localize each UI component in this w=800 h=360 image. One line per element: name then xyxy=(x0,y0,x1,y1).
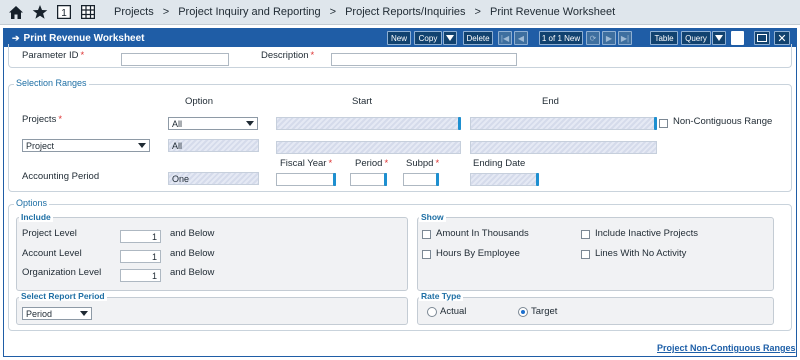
projects-label: Projects * xyxy=(22,114,63,125)
show-legend: Show xyxy=(419,212,446,222)
description-input[interactable] xyxy=(331,53,517,66)
home-icon[interactable] xyxy=(8,4,24,20)
projects-option-select[interactable]: All xyxy=(168,117,258,130)
subpd-input[interactable] xyxy=(403,173,439,186)
previous-record-icon[interactable]: ◀ xyxy=(514,31,528,45)
project-level-input[interactable]: 1 xyxy=(120,230,161,243)
rate-type-legend: Rate Type xyxy=(419,291,463,301)
copy-button[interactable]: Copy xyxy=(414,31,442,45)
top-navigation-bar: 1 Projects > Project Inquiry and Reporti… xyxy=(0,0,800,25)
target-radio-label: Target xyxy=(531,306,558,317)
selection-ranges-panel xyxy=(8,84,792,192)
ending-date-field xyxy=(470,173,539,186)
number-one-icon[interactable]: 1 xyxy=(56,4,72,20)
breadcrumb-separator: > xyxy=(329,6,337,18)
project-type-select[interactable]: Project xyxy=(22,139,150,152)
project-level-suffix: and Below xyxy=(170,228,215,239)
grid-icon[interactable] xyxy=(80,4,96,20)
projects-end-input[interactable] xyxy=(470,117,657,130)
options-legend: Options xyxy=(14,198,50,208)
include-legend: Include xyxy=(19,212,53,222)
organization-level-label: Organization Level xyxy=(22,267,102,278)
hours-by-employee-label: Hours By Employee xyxy=(436,248,520,259)
refresh-icon[interactable]: ⟳ xyxy=(586,31,600,45)
organization-level-input[interactable]: 1 xyxy=(120,269,161,282)
chevron-down-icon xyxy=(80,311,88,316)
period-label: Period * xyxy=(355,158,389,169)
actual-radio[interactable] xyxy=(427,307,437,317)
fiscal-year-input[interactable] xyxy=(276,173,336,186)
start-column-header: Start xyxy=(352,96,373,107)
record-count: 1 of 1 New xyxy=(539,31,583,45)
parameter-id-label: Parameter ID * xyxy=(22,50,85,61)
include-inactive-projects-label: Include Inactive Projects xyxy=(595,228,698,239)
window-title: Print Revenue Worksheet xyxy=(23,32,145,44)
fiscal-year-label: Fiscal Year * xyxy=(280,158,333,169)
delete-button[interactable]: Delete xyxy=(463,31,493,45)
hours-by-employee-checkbox[interactable] xyxy=(422,250,431,259)
maximize-window-icon[interactable] xyxy=(754,31,770,45)
period-input[interactable] xyxy=(350,173,387,186)
amount-in-thousands-label: Amount In Thousands xyxy=(436,228,529,239)
restore-window-icon[interactable] xyxy=(731,31,744,45)
select-report-period-legend: Select Report Period xyxy=(19,291,107,301)
organization-level-suffix: and Below xyxy=(170,267,215,278)
projects-start-input[interactable] xyxy=(276,117,461,130)
description-label: Description * xyxy=(261,50,315,61)
accounting-period-label: Accounting Period xyxy=(22,171,100,182)
project-level-label: Project Level xyxy=(22,228,77,239)
report-period-select[interactable]: Period xyxy=(22,307,92,320)
ending-date-label: Ending Date xyxy=(473,158,526,169)
end-column-header: End xyxy=(542,96,559,107)
collapse-arrow-icon[interactable]: ➔ xyxy=(12,33,20,44)
star-icon[interactable] xyxy=(32,4,48,20)
table-button[interactable]: Table xyxy=(650,31,678,45)
lines-with-no-activity-checkbox[interactable] xyxy=(581,250,590,259)
query-dropdown-icon[interactable] xyxy=(712,31,726,45)
target-radio[interactable] xyxy=(518,307,528,317)
account-level-input[interactable]: 1 xyxy=(120,250,161,263)
close-icon[interactable]: ✕ xyxy=(774,31,790,45)
breadcrumb-item-current: Print Revenue Worksheet xyxy=(489,6,616,18)
svg-text:1: 1 xyxy=(61,8,67,19)
account-level-suffix: and Below xyxy=(170,248,215,259)
query-button[interactable]: Query xyxy=(681,31,711,45)
chevron-down-icon xyxy=(138,143,146,148)
subpd-label: Subpd * xyxy=(406,158,440,169)
non-contiguous-range-label: Non-Contiguous Range xyxy=(673,116,773,127)
project-end-field xyxy=(470,141,657,154)
breadcrumb-separator: > xyxy=(162,6,170,18)
chevron-down-icon xyxy=(246,121,254,126)
breadcrumb-item[interactable]: Project Reports/Inquiries xyxy=(345,6,465,18)
selection-ranges-legend: Selection Ranges xyxy=(14,78,89,88)
lines-with-no-activity-label: Lines With No Activity xyxy=(595,248,687,259)
parameter-id-input[interactable] xyxy=(121,53,229,66)
project-start-field xyxy=(276,141,461,154)
accounting-period-option-field: One xyxy=(168,172,259,185)
first-record-icon[interactable]: |◀ xyxy=(498,31,512,45)
non-contiguous-range-checkbox[interactable] xyxy=(659,119,668,128)
next-record-icon[interactable]: ▶ xyxy=(602,31,616,45)
include-inactive-projects-checkbox[interactable] xyxy=(581,230,590,239)
option-column-header: Option xyxy=(185,96,213,107)
breadcrumb: Projects > Project Inquiry and Reporting… xyxy=(114,6,615,18)
project-option-field: All xyxy=(168,139,259,152)
new-button[interactable]: New xyxy=(387,31,411,45)
breadcrumb-separator: > xyxy=(474,6,481,18)
rate-type-group xyxy=(417,297,774,325)
amount-in-thousands-checkbox[interactable] xyxy=(422,230,431,239)
account-level-label: Account Level xyxy=(22,248,82,259)
breadcrumb-item[interactable]: Project Inquiry and Reporting xyxy=(178,6,320,18)
breadcrumb-item[interactable]: Projects xyxy=(114,6,154,18)
project-non-contiguous-ranges-link[interactable]: Project Non-Contiguous Ranges xyxy=(657,343,796,353)
copy-dropdown-icon[interactable] xyxy=(443,31,457,45)
last-record-icon[interactable]: ▶| xyxy=(618,31,632,45)
actual-radio-label: Actual xyxy=(440,306,467,317)
print-revenue-worksheet-window: ➔ Print Revenue Worksheet New Copy Delet… xyxy=(3,28,797,357)
